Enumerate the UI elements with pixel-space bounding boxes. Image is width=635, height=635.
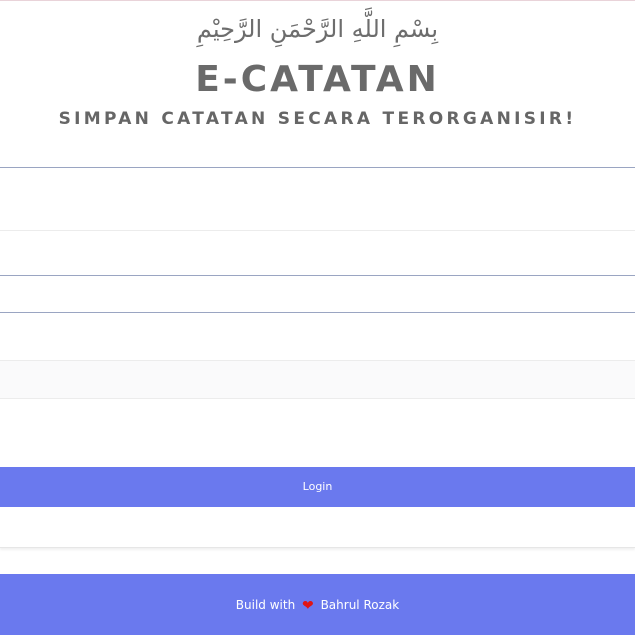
- header: بِسْمِ اللَّهِ الرَّحْمَنِ الرَّحِيْمِ E…: [0, 1, 635, 167]
- form-field-area-1[interactable]: [0, 168, 635, 230]
- footer: Build with ❤ Bahrul Rozak: [0, 574, 635, 635]
- page: بِسْمِ اللَّهِ الرَّحْمَنِ الرَّحِيْمِ E…: [0, 0, 635, 635]
- form-field-area-4[interactable]: [0, 313, 635, 360]
- heart-icon: ❤: [302, 598, 314, 614]
- login-button[interactable]: Login: [0, 467, 635, 507]
- secondary-panel: [0, 507, 635, 548]
- form-field-area-3[interactable]: [0, 276, 635, 312]
- footer-build-text: Build with: [235, 598, 296, 612]
- app-title: E-CATATAN: [195, 59, 440, 100]
- footer-author-link[interactable]: Bahrul Rozak: [321, 598, 400, 612]
- field-divider: [0, 398, 635, 399]
- form-field-area-5[interactable]: [0, 361, 635, 398]
- basmala-text: بِسْمِ اللَّهِ الرَّحْمَنِ الرَّحِيْمِ: [196, 15, 439, 43]
- tagline: SIMPAN CATATAN SECARA TERORGANISIR!: [58, 109, 577, 129]
- form-field-area-2[interactable]: [0, 231, 635, 275]
